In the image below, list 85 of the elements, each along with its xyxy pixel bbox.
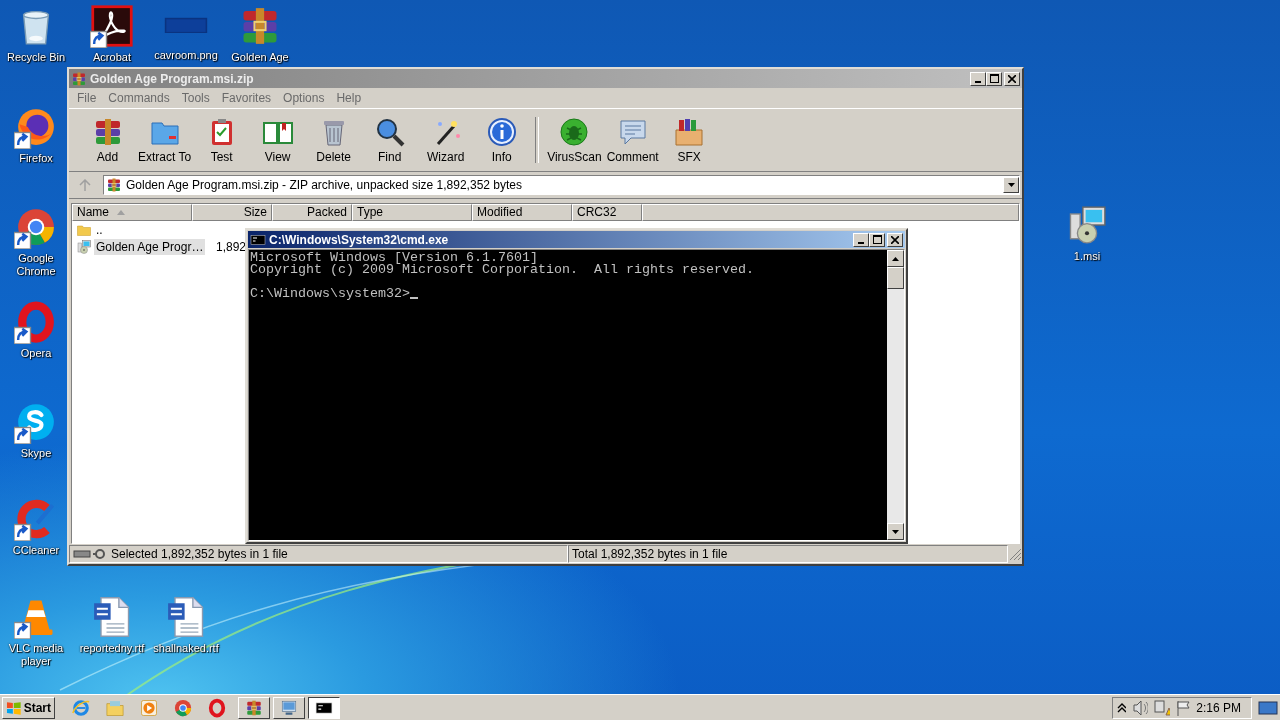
desktop-icon-label[interactable]: Acrobat: [93, 51, 131, 64]
close-icon: [1008, 74, 1016, 83]
close-button[interactable]: [1004, 71, 1020, 86]
status-text: Selected 1,892,352 bytes in 1 file: [111, 547, 288, 561]
file-name[interactable]: ..: [94, 221, 105, 238]
console-line: Copyright (c) 2009 Microsoft Corporation. All rights reserved.: [250, 264, 755, 276]
toolbar-button[interactable]: SFX: [662, 114, 716, 166]
network-warning-icon[interactable]: [1153, 699, 1170, 716]
caret-icon: [1007, 183, 1015, 187]
caret-icon: [892, 529, 899, 534]
bug-icon: [558, 116, 591, 148]
desktop-icon-label[interactable]: Golden Age: [231, 51, 289, 64]
browser-icon[interactable]: [173, 697, 193, 718]
desktop-icon-label[interactable]: CCleaner: [12, 544, 60, 557]
menu-item[interactable]: File: [71, 91, 103, 105]
toolbar-button[interactable]: Test: [195, 114, 249, 166]
toolbar-button[interactable]: Wizard: [419, 114, 473, 166]
taskbar-button[interactable]: [308, 696, 340, 719]
scroll-down-button[interactable]: [887, 523, 904, 540]
desktop-icon-label[interactable]: Recycle Bin: [6, 51, 66, 64]
archive-books-icon: [71, 70, 87, 87]
toolbar-button[interactable]: Comment: [605, 114, 660, 166]
menu-item[interactable]: Commands: [102, 91, 176, 105]
resize-grip-icon[interactable]: [1008, 547, 1022, 561]
minimize-icon: [858, 241, 864, 244]
close-button[interactable]: [887, 232, 903, 247]
toolbar-button[interactable]: Find: [363, 114, 417, 166]
column-header[interactable]: Type: [352, 204, 472, 221]
window-title: Golden Age Program.msi.zip: [90, 71, 254, 86]
flag-icon[interactable]: [1176, 699, 1191, 716]
desktop-icon-label[interactable]: Firefox: [19, 152, 53, 165]
browser-icon[interactable]: [207, 697, 227, 718]
menu-item[interactable]: Options: [277, 91, 331, 105]
scroll-up-button[interactable]: [887, 250, 904, 267]
window-title: C:\Windows\System32\cmd.exe: [269, 232, 449, 247]
drive-icon: [73, 548, 107, 560]
toolbar-button[interactable]: View: [251, 114, 305, 166]
menu-item[interactable]: Tools: [175, 91, 216, 105]
column-header[interactable]: Modified: [472, 204, 572, 221]
toolbar-button[interactable]: VirusScan: [546, 114, 603, 166]
desktop-icon-label[interactable]: Skype: [20, 447, 52, 460]
file-name[interactable]: Golden Age Progr…: [94, 238, 206, 255]
address-field[interactable]: Golden Age Program.msi.zip - ZIP archive, unpacked size 1,892,352 bytes: [103, 175, 1020, 195]
scroll-thumb[interactable]: [887, 267, 904, 289]
archive-books-icon: [245, 698, 263, 717]
menu-item[interactable]: Favorites: [215, 91, 278, 105]
installer-icon: [76, 238, 92, 255]
toolbar-button[interactable]: Delete: [307, 114, 361, 166]
toolbar-button[interactable]: Add: [81, 114, 134, 166]
start-logo-icon: [6, 699, 22, 716]
column-header[interactable]: Size: [192, 204, 272, 221]
desktop-icon-label[interactable]: cavroom.png: [154, 49, 218, 63]
caret-icon: [892, 256, 899, 261]
start-button[interactable]: Start: [2, 696, 55, 719]
maximize-icon: [989, 74, 999, 83]
minimize-button[interactable]: [853, 232, 869, 247]
console-prompt: C:\Windows\system32>: [250, 288, 410, 300]
menu-item[interactable]: Help: [330, 91, 368, 105]
dropdown-button[interactable]: [1003, 177, 1019, 193]
archive-books-icon: [106, 177, 122, 193]
maximize-button[interactable]: [986, 71, 1002, 86]
column-header[interactable]: CRC32: [572, 204, 642, 221]
column-header[interactable]: Name: [72, 204, 192, 221]
maximize-button[interactable]: [869, 232, 885, 247]
up-arrow-icon: [79, 179, 91, 191]
info-icon: [485, 116, 518, 148]
text-cursor: [409, 297, 418, 299]
status-text: Total 1,892,352 bytes in 1 file: [572, 547, 728, 561]
show-desktop-icon[interactable]: [1258, 699, 1278, 716]
desktop-icon-label[interactable]: Google Chrome: [4, 252, 68, 278]
toolbar-button[interactable]: Info: [475, 114, 529, 166]
speaker-icon[interactable]: [1131, 699, 1148, 716]
monitor-icon: [280, 698, 298, 717]
box-icon: [673, 116, 706, 148]
toolbar-button[interactable]: Extract To: [137, 114, 193, 166]
chevron-icon[interactable]: [1117, 702, 1126, 713]
desktop-icon-label[interactable]: 1.msi: [1073, 250, 1101, 263]
column-header[interactable]: Packed: [272, 204, 352, 221]
minimize-icon: [975, 80, 981, 83]
close-icon: [891, 235, 899, 244]
minimize-button[interactable]: [970, 71, 986, 86]
maximize-icon: [872, 235, 882, 244]
console-line: Microsoft Windows [Version 6.1.7601]: [250, 252, 538, 264]
desktop-icon-label[interactable]: Opera: [20, 347, 52, 360]
clock[interactable]: 2:16 PM: [1196, 700, 1247, 715]
